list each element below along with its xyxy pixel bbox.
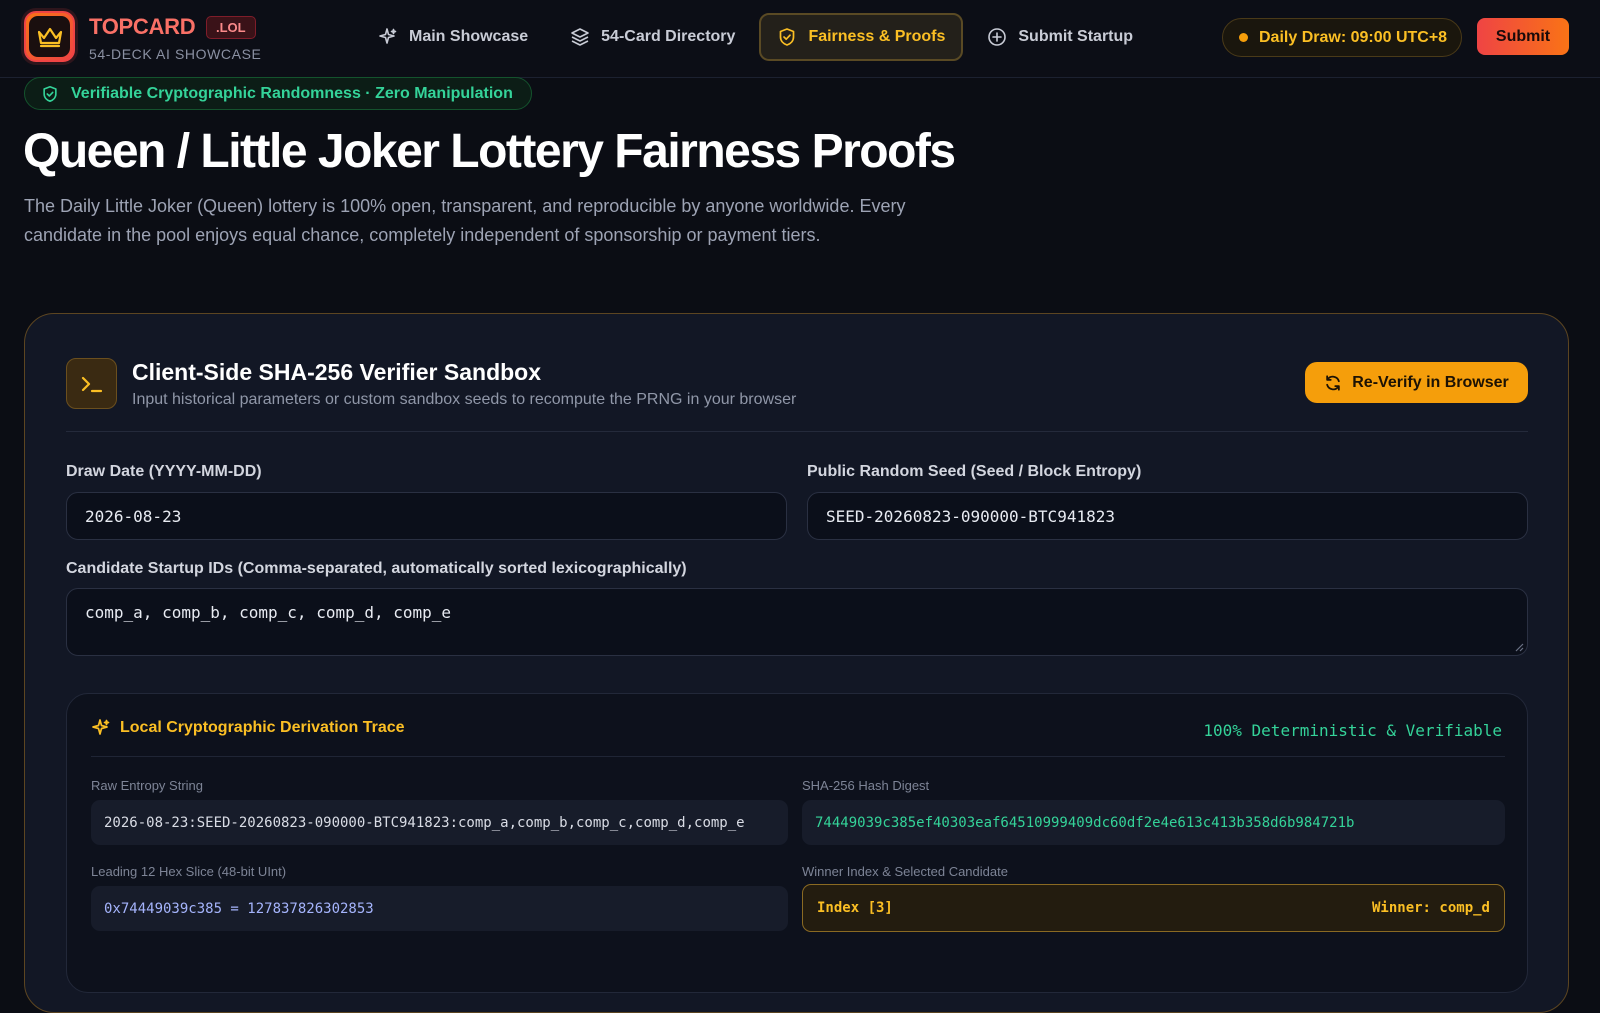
page-title: Queen / Little Joker Lottery Fairness Pr… — [23, 125, 956, 178]
daily-draw-badge: Daily Draw: 09:00 UTC+8 — [1222, 18, 1462, 57]
layers-icon — [571, 28, 589, 46]
shield-icon — [780, 28, 795, 46]
reverify-button[interactable]: Re-Verify in Browser — [1305, 362, 1528, 403]
hex-slice-value: 0x74449039c385 = 127837826302853 — [91, 886, 788, 931]
winner-result: Index [3] Winner: comp_d — [802, 884, 1505, 932]
divider — [66, 431, 1528, 432]
trace-header: Local Cryptographic Derivation Trace — [91, 718, 405, 738]
candidates-textarea[interactable]: comp_a, comp_b, comp_c, comp_d, comp_e — [66, 588, 1528, 656]
winner-candidate: Winner: comp_d — [1371, 900, 1490, 916]
hex-slice-label: Leading 12 Hex Slice (48-bit UInt) — [91, 864, 287, 879]
sandbox-subtitle: Input historical parameters or custom sa… — [132, 391, 797, 408]
refresh-icon — [1326, 374, 1340, 391]
plus-circle-icon — [988, 28, 1007, 46]
sandbox-title: Client-Side SHA-256 Verifier Sandbox — [132, 359, 542, 385]
terminal-icon — [66, 358, 117, 409]
nav-label: Fairness & Proofs — [808, 28, 946, 45]
winner-label: Winner Index & Selected Candidate — [802, 864, 1008, 879]
draw-date-input[interactable]: 2026-08-23 — [66, 492, 787, 540]
sparkle-icon — [379, 28, 397, 44]
brand-name[interactable]: TOPCARD — [89, 14, 196, 40]
page-description: The Daily Little Joker (Queen) lottery i… — [24, 196, 906, 245]
nav-fairness-proofs[interactable]: Fairness & Proofs — [759, 13, 964, 61]
nav-label: Submit Startup — [1018, 28, 1134, 45]
top-header: TOPCARD .LOL 54-DECK AI SHOWCASE Main Sh… — [0, 0, 1600, 78]
logo[interactable] — [24, 11, 75, 62]
hash-digest-value: 74449039c385ef40303eaf64510999409dc60df2… — [802, 800, 1505, 845]
status-dot-icon — [1239, 33, 1248, 42]
nav-label: 54-Card Directory — [601, 28, 736, 45]
nav-submit-startup[interactable]: Submit Startup — [969, 13, 1151, 61]
verifier-sandbox-card: Client-Side SHA-256 Verifier Sandbox Inp… — [24, 313, 1569, 1013]
sparkle-icon — [92, 719, 110, 735]
shield-check-icon — [43, 85, 57, 102]
hash-digest-label: SHA-256 Hash Digest — [802, 778, 930, 793]
candidates-value: comp_a, comp_b, comp_c, comp_d, comp_e — [85, 603, 452, 622]
reverify-label: Re-Verify in Browser — [1352, 373, 1509, 391]
deterministic-status: 100% Deterministic & Verifiable — [1203, 721, 1502, 740]
winner-index: Index [3] — [817, 900, 893, 916]
trace-title: Local Cryptographic Derivation Trace — [120, 719, 405, 736]
badge-text: Verifiable Cryptographic Randomness · Ze… — [71, 84, 513, 102]
daily-draw-text: Daily Draw: 09:00 UTC+8 — [1259, 28, 1448, 46]
crown-icon — [29, 16, 70, 57]
divider — [91, 756, 1505, 757]
seed-input[interactable]: SEED-20260823-090000-BTC941823 — [807, 492, 1528, 540]
derivation-trace-panel: Local Cryptographic Derivation Trace 100… — [66, 693, 1528, 993]
header-submit-button[interactable]: Submit — [1477, 18, 1569, 55]
resize-handle-icon[interactable] — [1514, 642, 1524, 652]
nav-card-directory[interactable]: 54-Card Directory — [552, 13, 753, 61]
verification-badge: Verifiable Cryptographic Randomness · Ze… — [24, 77, 532, 110]
raw-entropy-label: Raw Entropy String — [91, 778, 203, 793]
draw-date-label: Draw Date (YYYY-MM-DD) — [66, 463, 262, 480]
brand-tld-badge: .LOL — [206, 16, 256, 39]
main-nav: Main Showcase 54-Card Directory Fairness… — [360, 13, 1151, 61]
seed-label: Public Random Seed (Seed / Block Entropy… — [807, 463, 1142, 480]
nav-label: Main Showcase — [409, 28, 529, 45]
candidates-label: Candidate Startup IDs (Comma-separated, … — [66, 560, 687, 577]
brand-tagline: 54-DECK AI SHOWCASE — [89, 46, 262, 62]
raw-entropy-value: 2026-08-23:SEED-20260823-090000-BTC94182… — [91, 800, 788, 845]
nav-main-showcase[interactable]: Main Showcase — [360, 13, 546, 61]
